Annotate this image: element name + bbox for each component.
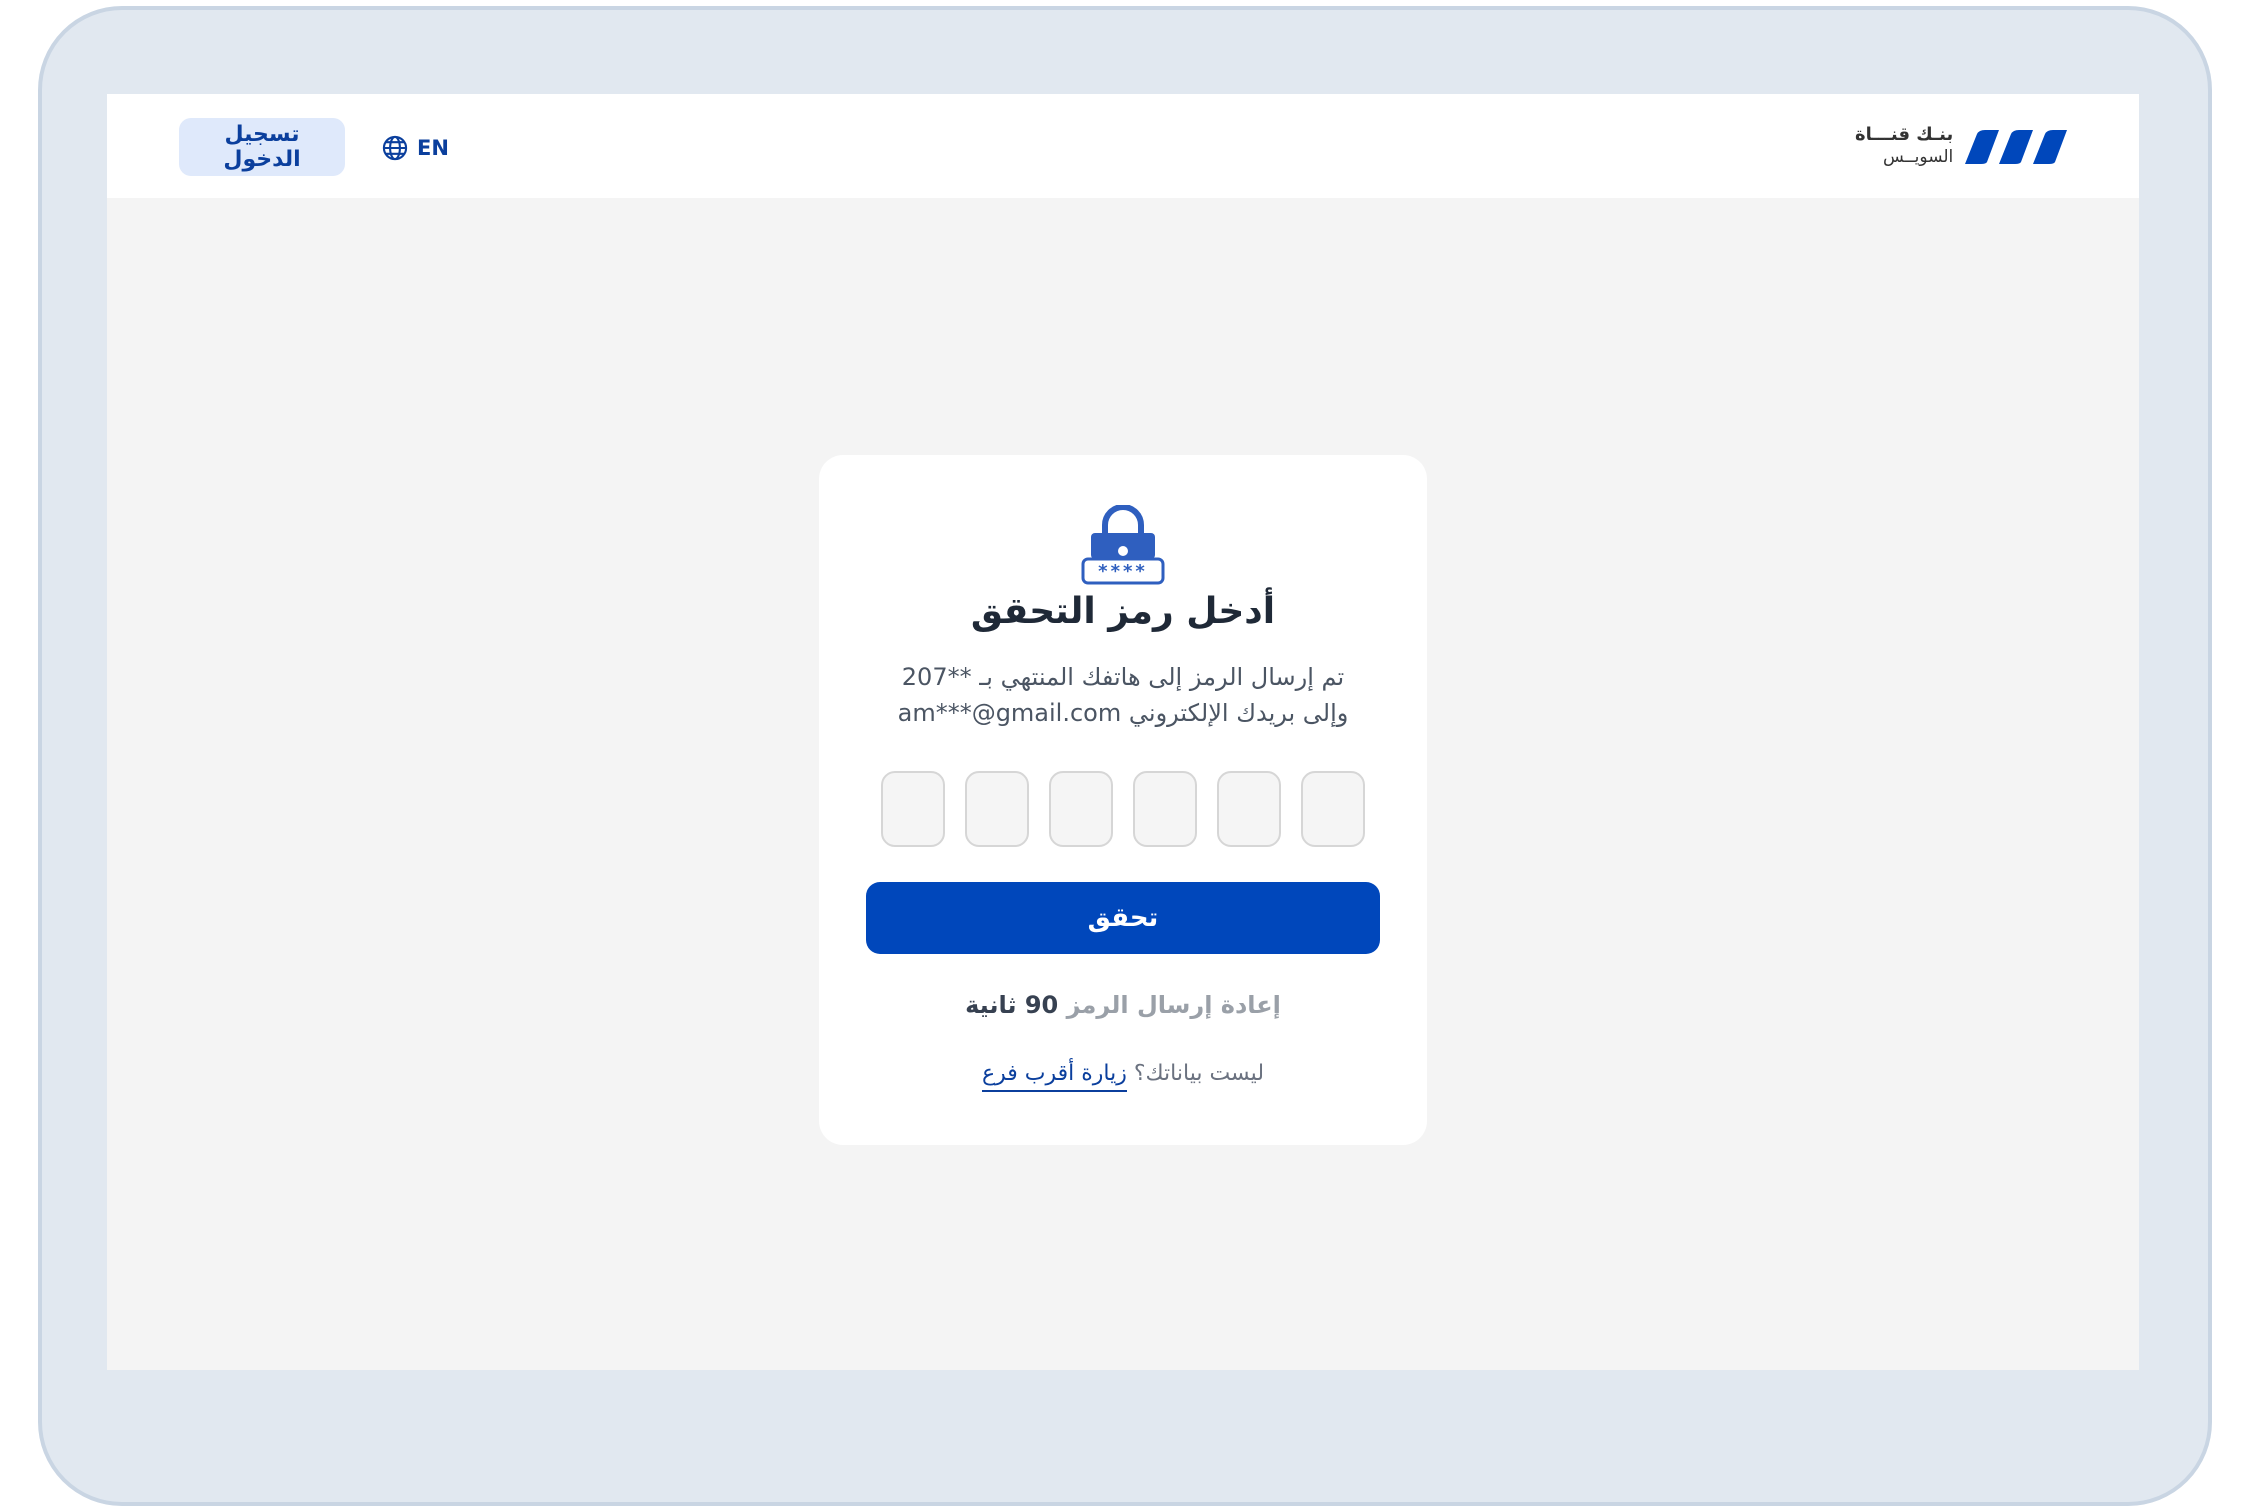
description-phone: تم إرسال الرمز إلى هاتفك المنتهي بـ **20… — [901, 663, 1345, 691]
top-header: تسجيل الدخول EN بنـك قنـــاة السويــس — [107, 94, 2139, 198]
resend-code[interactable]: إعادة إرسال الرمز 90 ثانية — [819, 991, 1427, 1019]
otp-card: **** أدخل رمز التحقق تم إرسال الرمز إلى … — [819, 455, 1427, 1145]
otp-digit-4[interactable] — [1133, 771, 1197, 847]
brand-line-1: بنـك قنـــاة — [1855, 124, 1954, 145]
lock-icon: **** — [1081, 505, 1165, 585]
login-button[interactable]: تسجيل الدخول — [179, 118, 345, 176]
app-screen: تسجيل الدخول EN بنـك قنـــاة السويــس **… — [107, 94, 2139, 1370]
resend-label: إعادة إرسال الرمز — [1066, 991, 1281, 1019]
lock-code-text: **** — [1098, 561, 1148, 582]
otp-digit-3[interactable] — [1049, 771, 1113, 847]
otp-digit-5[interactable] — [1217, 771, 1281, 847]
branch-help: ليست بياناتك؟ زيارة أقرب فرع — [819, 1061, 1427, 1092]
visit-branch-link[interactable]: زيارة أقرب فرع — [981, 1061, 1127, 1092]
globe-icon — [382, 135, 408, 161]
description-email: وإلى بريدك الإلكتروني am***@gmail.com — [897, 699, 1349, 727]
brand-line-2: السويــس — [1883, 147, 1954, 167]
verify-button[interactable]: تحقق — [866, 882, 1380, 954]
language-switch[interactable]: EN — [381, 130, 449, 166]
otp-description: تم إرسال الرمز إلى هاتفك المنتهي بـ **20… — [859, 659, 1387, 731]
otp-digit-2[interactable] — [965, 771, 1029, 847]
language-label: EN — [417, 136, 449, 160]
branch-question: ليست بياناتك؟ — [1133, 1061, 1265, 1086]
otp-digit-1[interactable] — [881, 771, 945, 847]
brand-name: بنـك قنـــاة السويــس — [1855, 124, 1953, 168]
otp-digit-6[interactable] — [1301, 771, 1365, 847]
brand-logo: بنـك قنـــاة السويــس — [1855, 118, 2069, 174]
otp-inputs — [881, 771, 1365, 849]
page-title: أدخل رمز التحقق — [970, 591, 1276, 632]
bank-logo-icon — [1965, 130, 2068, 164]
resend-timer: 90 ثانية — [965, 991, 1059, 1019]
